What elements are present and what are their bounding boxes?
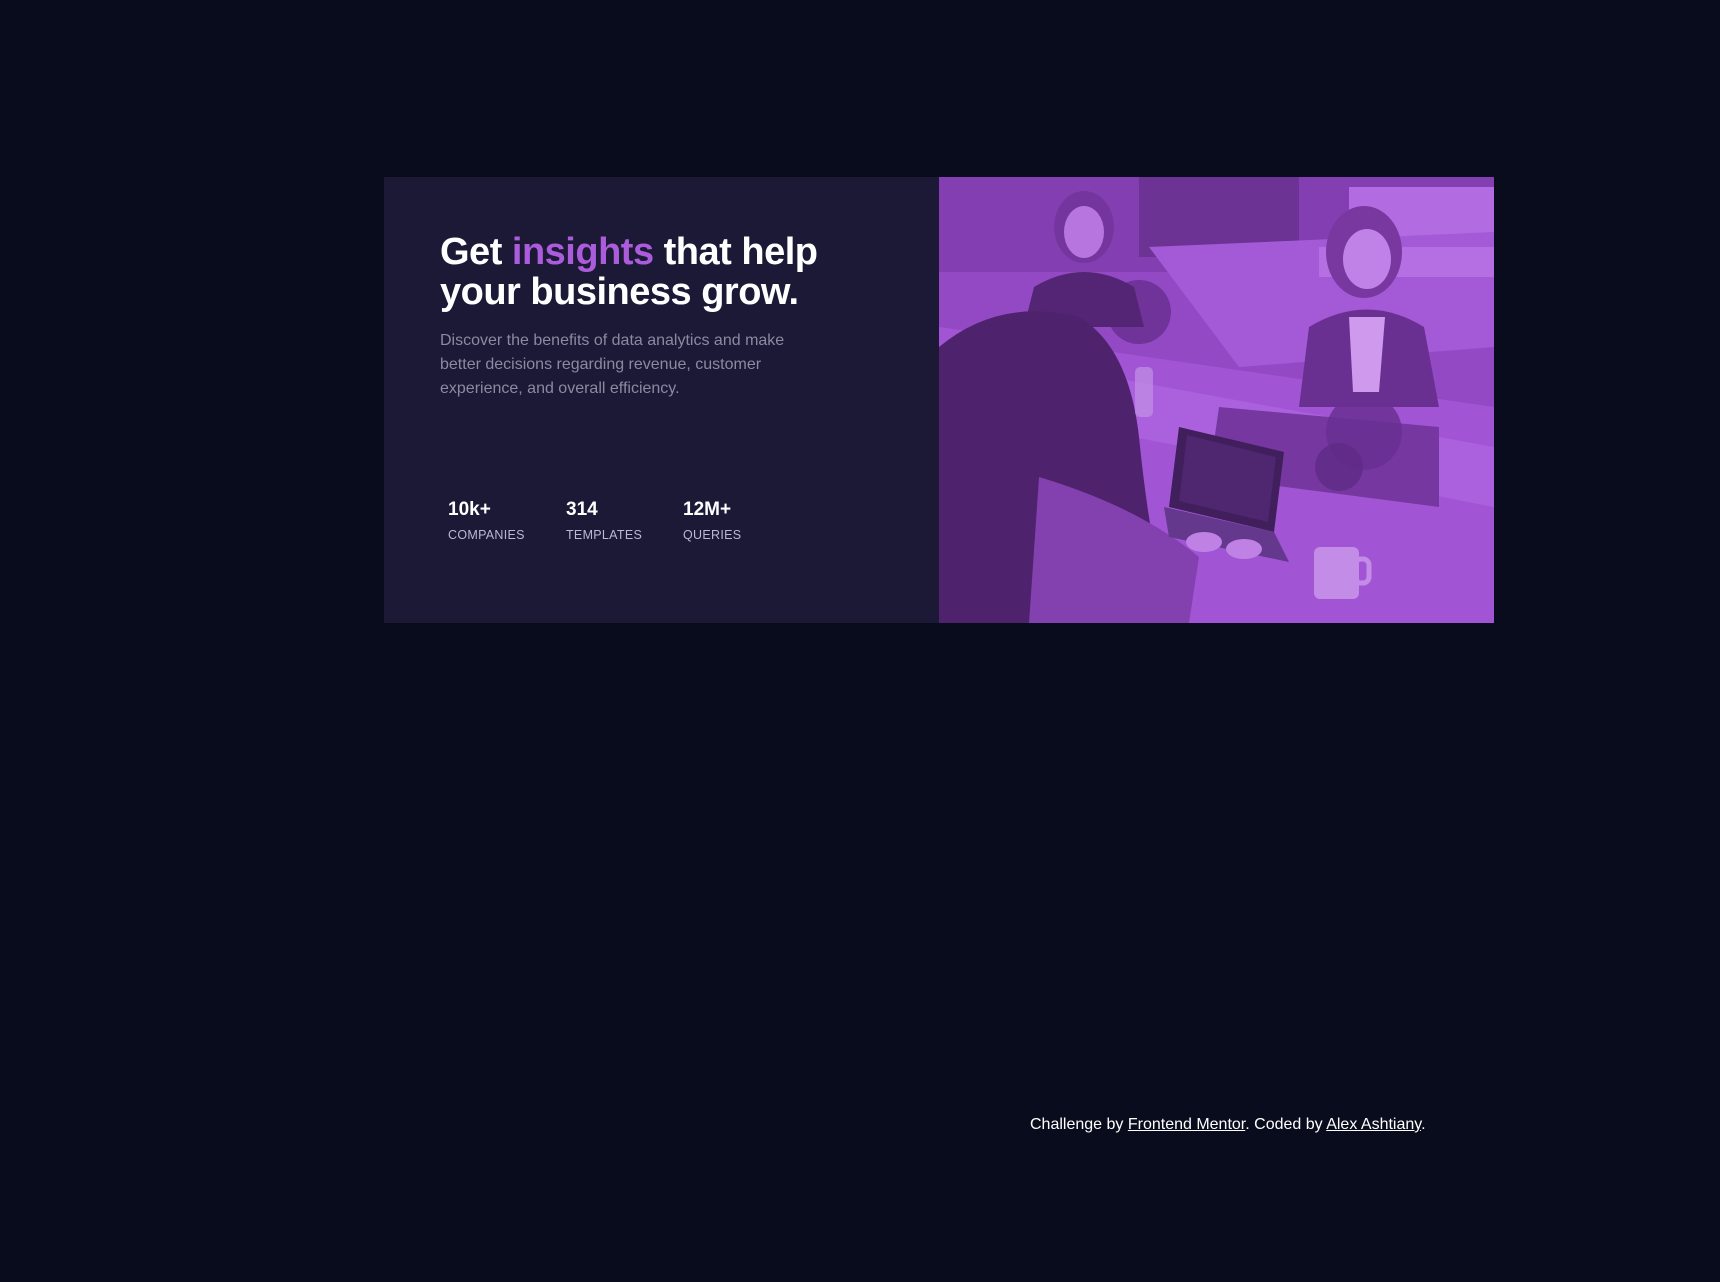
stat-templates: 314 TEMPLATES (566, 499, 683, 543)
stat-label: QUERIES (683, 528, 742, 542)
stat-value: 314 (566, 499, 598, 520)
frontend-mentor-link[interactable]: Frontend Mentor (1128, 1116, 1245, 1133)
stats-row: 10k+ COMPANIES 314 TEMPLATES 12M+ QUERIE… (448, 499, 763, 543)
stat-value: 10k+ (448, 499, 491, 520)
author-link[interactable]: Alex Ashtiany (1326, 1116, 1421, 1133)
stat-queries: 12M+ QUERIES (683, 499, 763, 543)
headline-accent: insights (511, 231, 654, 273)
attribution-middle: . Coded by (1245, 1116, 1327, 1133)
description: Discover the benefits of data analytics … (440, 332, 785, 397)
stat-label: TEMPLATES (566, 528, 643, 542)
team-photo-image (939, 177, 1494, 623)
card-content: Get insights that help your business gro… (384, 177, 939, 623)
stats-preview-card: Get insights that help your business gro… (384, 177, 1494, 623)
header-image (939, 177, 1494, 623)
attribution-suffix: . (1421, 1116, 1426, 1133)
attribution: Challenge by Frontend Mentor. Coded by A… (1030, 1115, 1430, 1135)
attribution-prefix: Challenge by (1030, 1116, 1128, 1133)
headline-pre: Get (440, 231, 512, 273)
stat-value: 12M+ (683, 499, 732, 520)
stat-companies: 10k+ COMPANIES (448, 499, 566, 543)
stat-label: COMPANIES (448, 528, 525, 542)
headline: Get insights that help your business gro… (440, 232, 840, 312)
